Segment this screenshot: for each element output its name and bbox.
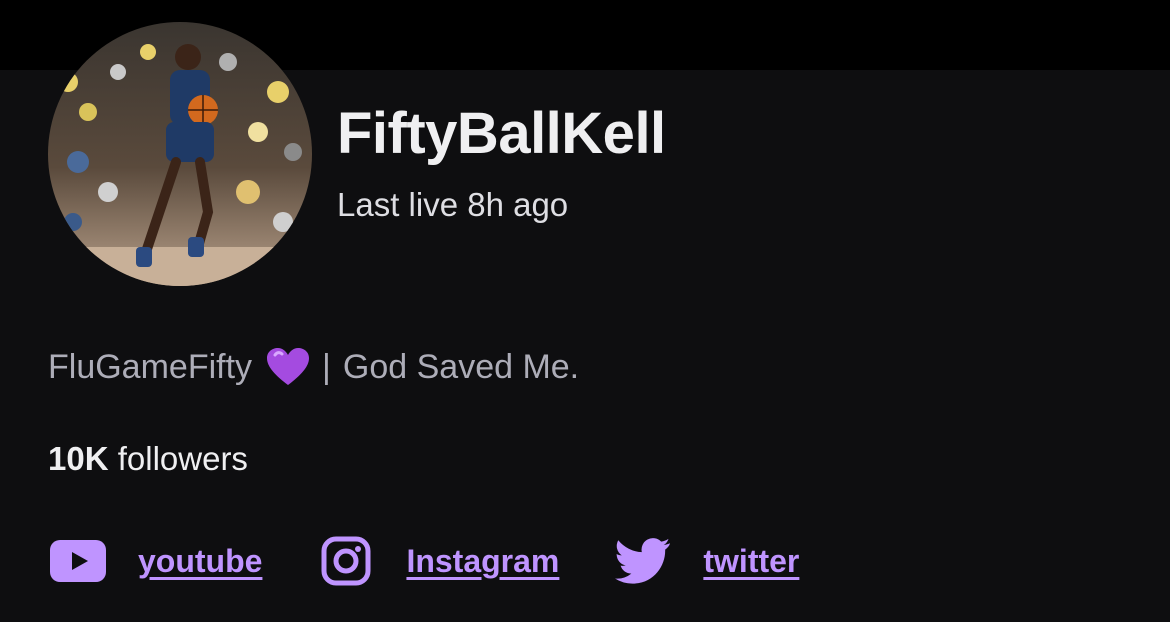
channel-name: FiftyBallKell	[337, 101, 666, 166]
channel-avatar[interactable]	[48, 22, 312, 286]
last-live-status: Last live 8h ago	[337, 186, 569, 223]
bio-separator: |	[322, 347, 331, 386]
follower-count-value: 10K	[48, 440, 109, 477]
bio-text-left: FluGameFifty	[48, 347, 253, 386]
avatar-image	[48, 22, 312, 286]
twitter-link-label[interactable]: twitter	[703, 543, 799, 580]
social-links: youtube Instagram twitter	[48, 534, 853, 588]
follower-count: 10K followers	[48, 440, 248, 478]
youtube-link-label[interactable]: youtube	[138, 543, 262, 580]
youtube-link[interactable]: youtube	[48, 534, 262, 588]
channel-bio: FluGameFifty | God Saved Me.	[48, 347, 579, 387]
instagram-icon	[316, 534, 376, 588]
instagram-link-label[interactable]: Instagram	[406, 543, 559, 580]
bio-text-right: God Saved Me.	[342, 347, 580, 386]
youtube-icon	[48, 534, 108, 588]
purple-heart-icon	[266, 347, 310, 387]
instagram-link[interactable]: Instagram	[316, 534, 559, 588]
twitter-icon	[613, 534, 673, 588]
follower-count-label: followers	[108, 440, 248, 477]
twitter-link[interactable]: twitter	[613, 534, 799, 588]
